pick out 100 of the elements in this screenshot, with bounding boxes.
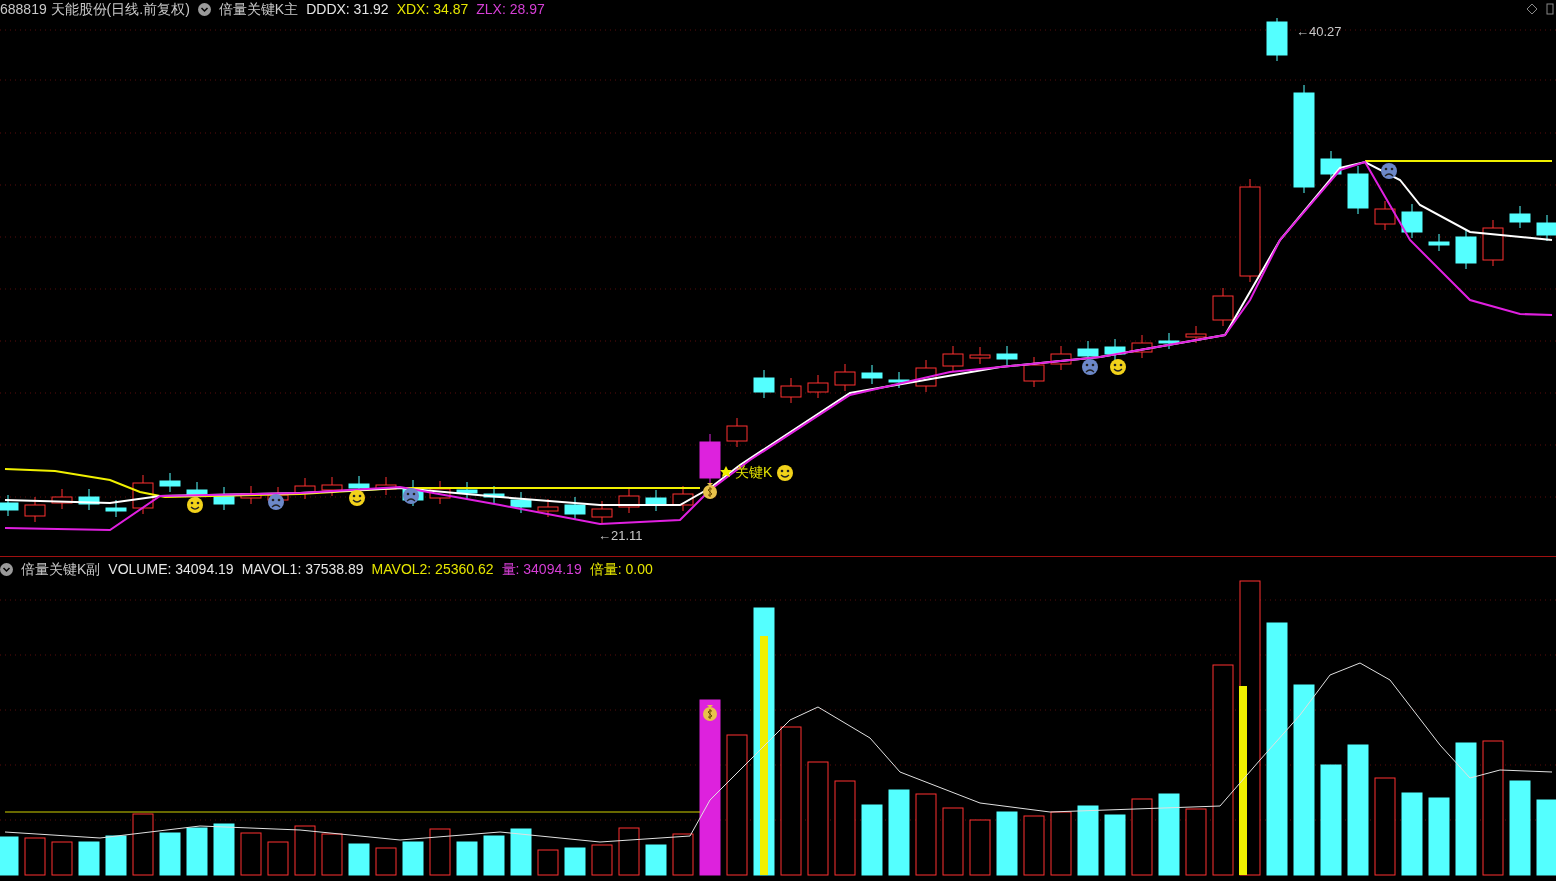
candlestick — [51, 488, 73, 510]
candlestick — [1455, 228, 1477, 270]
volume-bar — [969, 819, 991, 876]
signal-label: 关键K — [735, 464, 773, 480]
candlestick — [645, 489, 667, 512]
candlestick — [915, 359, 937, 393]
volume-bar — [321, 833, 343, 876]
candlestick — [1158, 332, 1180, 350]
square-icon[interactable] — [1546, 3, 1554, 15]
indicator-value: MAVOL1: 37538.89 — [241, 559, 364, 579]
high-price-label: ←40.27 — [1296, 24, 1342, 39]
candlestick — [1131, 334, 1153, 359]
volume-bar — [1077, 805, 1099, 876]
candlestick — [1212, 287, 1234, 327]
volume-bar — [348, 843, 370, 876]
volume-bar — [375, 847, 397, 876]
smiley-icon — [1110, 359, 1126, 375]
candlestick — [564, 496, 586, 521]
candlestick — [1050, 345, 1072, 371]
volume-bar — [186, 827, 208, 876]
volume-bar — [78, 841, 100, 876]
candlestick — [807, 374, 829, 399]
candlestick — [1347, 165, 1369, 215]
candlestick — [1023, 356, 1045, 388]
volume-bar — [1023, 815, 1045, 876]
candlestick — [78, 488, 100, 511]
volume-bar — [591, 844, 613, 876]
money-bag-icon — [703, 705, 717, 721]
indicator-value: VOLUME: 34094.19 — [108, 559, 234, 579]
candlestick — [591, 500, 613, 524]
dropdown-icon[interactable] — [197, 2, 211, 16]
candlestick — [942, 345, 964, 373]
volume-bar — [645, 844, 667, 876]
money-bag-icon — [703, 483, 717, 499]
candlestick — [240, 485, 262, 505]
candlestick — [888, 371, 910, 389]
volume-bar — [564, 847, 586, 876]
candlestick — [996, 345, 1018, 366]
candlestick — [0, 494, 19, 517]
candlestick — [1509, 205, 1531, 229]
indicator-value: DDDX: 31.92 — [306, 0, 389, 19]
volume-bar — [456, 841, 478, 876]
candlestick — [537, 498, 559, 518]
volume-bar — [51, 841, 73, 876]
candlestick — [672, 485, 694, 512]
smiley-icon — [777, 465, 793, 481]
candlestick — [726, 417, 748, 448]
volume-bar — [1104, 814, 1126, 876]
candlestick — [510, 491, 532, 514]
candlestick — [1320, 150, 1342, 181]
volume-bar — [159, 832, 181, 876]
candlestick — [1428, 233, 1450, 252]
candlestick — [753, 369, 775, 399]
volume-bar — [105, 835, 127, 876]
volume-bar — [861, 804, 883, 876]
candlestick — [105, 499, 127, 518]
diamond-icon[interactable] — [1526, 3, 1538, 15]
frowning-face-icon — [403, 488, 419, 504]
volume-bar — [996, 811, 1018, 876]
volume-bar — [294, 825, 316, 876]
volume-bar — [537, 849, 559, 876]
volume-bar — [24, 837, 46, 876]
low-price-label: ←21.11 — [598, 528, 643, 543]
candlestick — [1482, 219, 1504, 267]
frowning-face-icon — [1082, 359, 1098, 375]
dropdown-icon[interactable] — [0, 562, 13, 576]
candlestick — [429, 480, 451, 505]
candlestick — [1374, 200, 1396, 231]
volume-bar — [429, 828, 451, 876]
candlestick — [132, 474, 154, 515]
volume-bar — [942, 807, 964, 876]
star-icon — [720, 466, 732, 477]
indicator-value: XDX: 34.87 — [396, 0, 469, 19]
smiley-icon — [187, 497, 203, 513]
volume-bar — [483, 835, 505, 876]
candlestick — [483, 485, 505, 504]
candlestick — [1185, 325, 1207, 344]
indicator-value: ZLX: 28.97 — [476, 0, 545, 19]
frowning-face-icon — [1381, 163, 1397, 179]
volume-bar — [1185, 808, 1207, 876]
candlestick — [1536, 214, 1556, 242]
security-name: 688819 天能股份(日线.前复权) — [0, 0, 190, 19]
volume-bar — [618, 827, 640, 876]
candlestick — [1401, 203, 1423, 239]
volume-bar — [402, 841, 424, 876]
candlestick — [159, 472, 181, 493]
candlestick — [861, 364, 883, 385]
indicator-value: MAVOL2: 25360.62 — [371, 559, 494, 579]
smiley-icon — [349, 490, 365, 506]
indicator-value: 量: 34094.19 — [501, 559, 582, 579]
indicator-value: 倍量: 0.00 — [589, 559, 653, 579]
candlestick — [780, 377, 802, 404]
volume-bar — [240, 832, 262, 876]
candlestick — [294, 477, 316, 500]
volume-bar — [510, 828, 532, 876]
candlestick — [699, 433, 721, 485]
candlestick — [618, 487, 640, 514]
volume-bar — [267, 841, 289, 876]
candlestick — [969, 346, 991, 365]
candlestick — [834, 363, 856, 392]
